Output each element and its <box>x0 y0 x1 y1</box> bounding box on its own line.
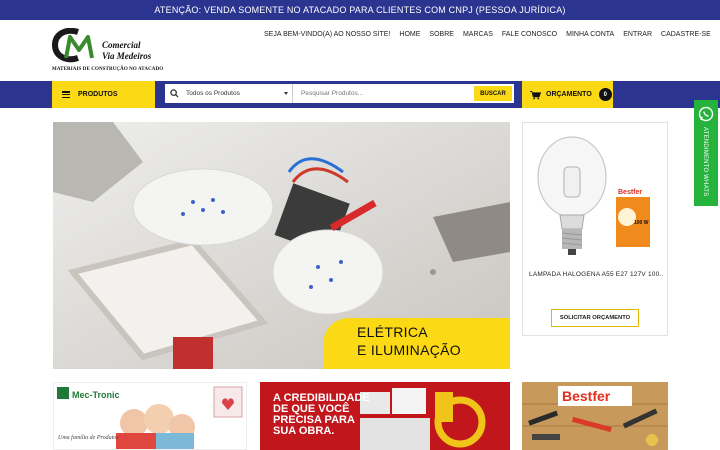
category-select[interactable]: Todos os Produtos <box>183 84 293 103</box>
package-brand: Bestfer <box>618 189 642 196</box>
whatsapp-icon <box>698 106 714 122</box>
banner-bestfer[interactable]: Bestfer <box>522 382 668 450</box>
mectronic-tagline: Uma família de Produtos <box>58 434 119 441</box>
nav-cadastre-se[interactable]: CADASTRE-SE <box>661 31 711 38</box>
top-notice-bar: ATENÇÃO: VENDA SOMENTE NO ATACADO PARA C… <box>0 0 720 20</box>
main-toolbar: PRODUTOS Todos os Produtos BUSCAR ORÇAME… <box>0 81 720 108</box>
credibility-line4: SUA OBRA. <box>273 425 335 437</box>
nav-minha-conta[interactable]: MINHA CONTA <box>566 31 614 38</box>
site-logo[interactable]: Comercial Via Medeiros MATERIAIS DE CONS… <box>52 28 168 76</box>
logo-line2: Via Medeiros <box>102 51 152 61</box>
banner-credibilidade[interactable]: A CREDIBILIDADE DE QUE VOCÊ PRECISA PARA… <box>260 382 510 450</box>
search-bar: Todos os Produtos BUSCAR <box>165 84 514 103</box>
credibility-headline: A CREDIBILIDADE DE QUE VOCÊ PRECISA PARA… <box>273 393 370 437</box>
request-quote-button[interactable]: SOLICITAR ORÇAMENTO <box>551 309 639 327</box>
logo-tagline: MATERIAIS DE CONSTRUÇÃO NO ATACADO <box>52 67 164 72</box>
whatsapp-tab[interactable]: ATENDIMENTO WHATS <box>694 100 718 206</box>
banner-mectronic[interactable]: Mec-Tronic Uma família de Produtos <box>53 382 247 450</box>
search-button[interactable]: BUSCAR <box>474 86 512 101</box>
nav-entrar[interactable]: ENTRAR <box>623 31 652 38</box>
mectronic-banner-image: Mec-Tronic Uma família de Produtos <box>54 383 246 449</box>
nav-home[interactable]: HOME <box>399 31 420 38</box>
wholesale-notice: ATENÇÃO: VENDA SOMENTE NO ATACADO PARA C… <box>154 5 566 15</box>
top-nav: SEJA BEM-VINDO(A) AO NOSSO SITE! HOME SO… <box>264 31 711 38</box>
quote-cart-button[interactable]: ORÇAMENTO 0 <box>522 81 613 108</box>
logo-cm-mark <box>52 28 94 63</box>
search-icon <box>165 84 183 103</box>
hero-caption-line1: ELÉTRICA <box>357 324 428 340</box>
hamburger-icon <box>62 91 70 98</box>
cart-icon <box>530 90 541 99</box>
tools-banner-image: Bestfer <box>522 382 668 450</box>
hero-caption: ELÉTRICA E ILUMINAÇÃO <box>323 318 510 369</box>
logo-line1: Comercial <box>102 40 141 50</box>
quote-label: ORÇAMENTO <box>546 91 592 98</box>
quote-count-badge: 0 <box>598 88 612 101</box>
nav-sobre[interactable]: SOBRE <box>429 31 454 38</box>
package-power: 100 W <box>634 220 649 226</box>
halogen-lamp-image: Bestfer 100 W <box>537 136 650 255</box>
whatsapp-label: ATENDIMENTO WHATS <box>702 127 708 197</box>
search-input[interactable] <box>293 84 474 103</box>
product-card[interactable]: Bestfer 100 W LAMPADA HALOGENA A55 E27 1… <box>522 122 668 336</box>
products-menu-label: PRODUTOS <box>78 91 118 98</box>
category-selected: Todos os Produtos <box>186 90 240 97</box>
site-header: Comercial Via Medeiros MATERIAIS DE CONS… <box>0 20 720 81</box>
hero-caption-line2: E ILUMINAÇÃO <box>357 342 461 358</box>
product-name[interactable]: LAMPADA HALOGENA A55 E27 127V 100... <box>529 271 663 278</box>
chevron-down-icon <box>284 92 288 95</box>
mectronic-brand: Mec-Tronic <box>72 390 120 400</box>
products-menu-button[interactable]: PRODUTOS <box>52 81 155 108</box>
bestfer-brand: Bestfer <box>562 388 611 404</box>
nav-marcas[interactable]: MARCAS <box>463 31 493 38</box>
welcome-text: SEJA BEM-VINDO(A) AO NOSSO SITE! <box>264 31 391 38</box>
hero-banner[interactable]: ELÉTRICA E ILUMINAÇÃO <box>53 122 510 369</box>
nav-fale-conosco[interactable]: FALE CONOSCO <box>502 31 557 38</box>
